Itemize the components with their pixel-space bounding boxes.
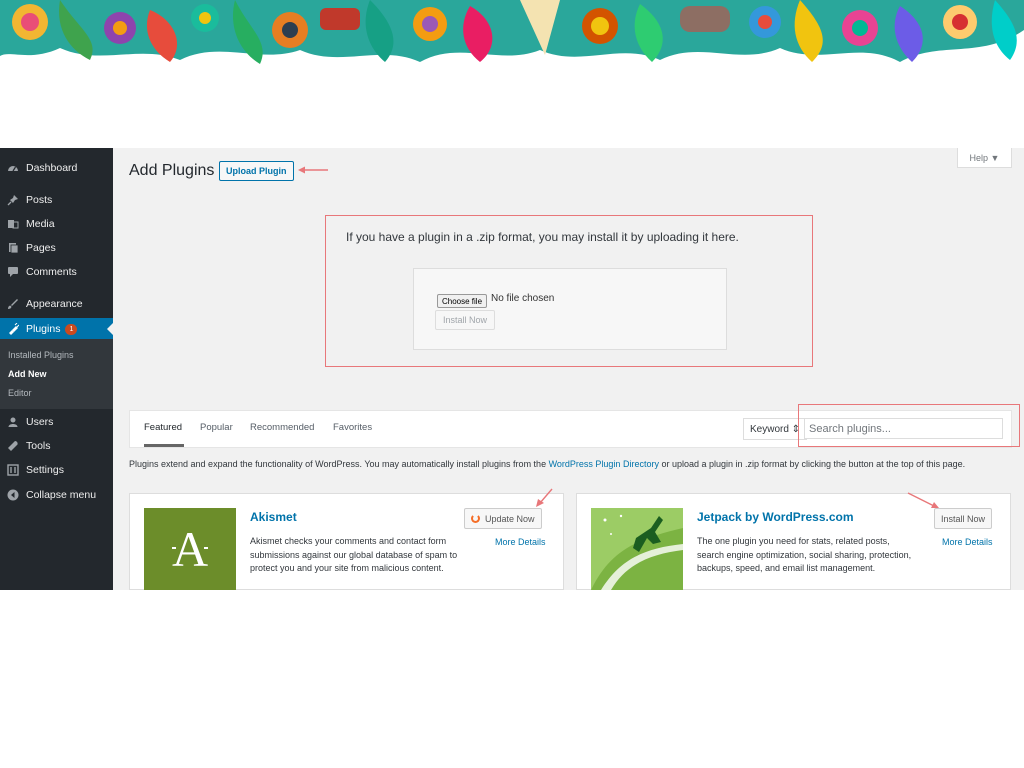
submenu-item-installed-plugins[interactable]: Installed Plugins xyxy=(8,350,74,360)
sidebar-item-label: Pages xyxy=(26,242,56,254)
collapse-icon xyxy=(6,488,20,502)
plugin-name-jetpack[interactable]: Jetpack by WordPress.com xyxy=(697,510,854,524)
sidebar-item-label: Collapse menu xyxy=(26,489,97,501)
pages-icon xyxy=(6,241,20,255)
sidebar-item-label: Tools xyxy=(26,440,51,452)
file-status-text: No file chosen xyxy=(491,293,555,304)
intro-text-part: or upload a plugin in .zip format by cli… xyxy=(658,459,966,469)
sidebar-item-label: Comments xyxy=(26,266,77,278)
settings-icon xyxy=(6,463,20,477)
search-plugins-input[interactable] xyxy=(804,418,1003,439)
pin-icon xyxy=(6,193,20,207)
sidebar-item-dashboard[interactable]: Dashboard xyxy=(0,157,113,179)
sidebar-item-label: Appearance xyxy=(26,298,83,310)
upload-instructions: If you have a plugin in a .zip format, y… xyxy=(346,230,739,244)
sidebar-item-label: Users xyxy=(26,416,54,428)
tab-popular[interactable]: Popular xyxy=(200,422,233,433)
sidebar-item-collapse-menu[interactable]: Collapse menu xyxy=(0,484,113,506)
sidebar-item-settings[interactable]: Settings xyxy=(0,459,113,481)
page-title: Add Plugins xyxy=(129,162,215,179)
plugin-description: Akismet checks your comments and contact… xyxy=(250,536,458,573)
jetpack-logo-art xyxy=(591,508,683,590)
banner-doodle-art xyxy=(0,0,1024,70)
sidebar-item-pages[interactable]: Pages xyxy=(0,237,113,259)
help-tab[interactable]: Help ▼ xyxy=(957,148,1012,168)
tab-favorites[interactable]: Favorites xyxy=(333,422,372,433)
upload-plugin-button[interactable]: Upload Plugin xyxy=(219,161,294,181)
plugin-directory-link[interactable]: WordPress Plugin Directory xyxy=(549,459,659,469)
sidebar-item-posts[interactable]: Posts xyxy=(0,189,113,211)
sidebar-item-users[interactable]: Users xyxy=(0,411,113,433)
update-icon xyxy=(471,514,480,523)
sidebar-item-plugins[interactable]: Plugins 1 xyxy=(0,318,113,340)
comment-icon xyxy=(6,265,20,279)
plugin-name-akismet[interactable]: Akismet xyxy=(250,510,297,524)
dashboard-icon xyxy=(6,161,20,175)
akismet-logo: A xyxy=(144,508,236,590)
wrench-icon xyxy=(6,439,20,453)
decorative-banner xyxy=(0,0,1024,70)
intro-text-part: Plugins extend and expand the functional… xyxy=(129,459,549,469)
install-now-button-disabled[interactable]: Install Now xyxy=(435,310,496,330)
intro-text: Plugins extend and expand the functional… xyxy=(129,458,1009,471)
sidebar-item-label: Media xyxy=(26,218,55,230)
sidebar-item-comments[interactable]: Comments xyxy=(0,261,113,283)
wordpress-admin-screenshot: Dashboard Posts Media Pages Comments App… xyxy=(0,148,1024,590)
update-count-badge: 1 xyxy=(65,323,78,335)
more-details-link-jetpack[interactable]: More Details xyxy=(942,537,993,547)
jetpack-logo xyxy=(591,508,683,590)
tab-recommended[interactable]: Recommended xyxy=(250,422,314,433)
tab-featured[interactable]: Featured xyxy=(144,422,182,433)
update-now-label: Update Now xyxy=(485,513,535,524)
current-tab-indicator xyxy=(144,444,184,447)
media-icon xyxy=(6,217,20,231)
more-details-link-akismet[interactable]: More Details xyxy=(495,537,546,547)
users-icon xyxy=(6,415,20,429)
sidebar-item-media[interactable]: Media xyxy=(0,213,113,235)
submenu-item-add-new[interactable]: Add New xyxy=(8,369,47,379)
sidebar-item-label: Dashboard xyxy=(26,162,78,174)
plugin-description: The one plugin you need for stats, relat… xyxy=(697,536,912,573)
update-now-button[interactable]: Update Now xyxy=(464,508,542,529)
plugins-submenu: Installed Plugins Add New Editor xyxy=(0,339,113,409)
sidebar-item-tools[interactable]: Tools xyxy=(0,435,113,457)
akismet-logo-letter: A xyxy=(171,521,209,577)
plugin-icon xyxy=(6,322,20,336)
sidebar-item-label: Plugins xyxy=(26,323,61,335)
submenu-item-editor[interactable]: Editor xyxy=(8,388,32,398)
sidebar-item-label: Settings xyxy=(26,464,64,476)
upload-form-box xyxy=(413,268,727,350)
install-now-button[interactable]: Install Now xyxy=(934,508,993,529)
admin-sidebar: Dashboard Posts Media Pages Comments App… xyxy=(0,148,113,590)
brush-icon xyxy=(6,297,20,311)
sidebar-item-label: Posts xyxy=(26,194,53,206)
choose-file-button[interactable]: Choose file xyxy=(437,294,488,308)
sidebar-item-appearance[interactable]: Appearance xyxy=(0,293,113,315)
